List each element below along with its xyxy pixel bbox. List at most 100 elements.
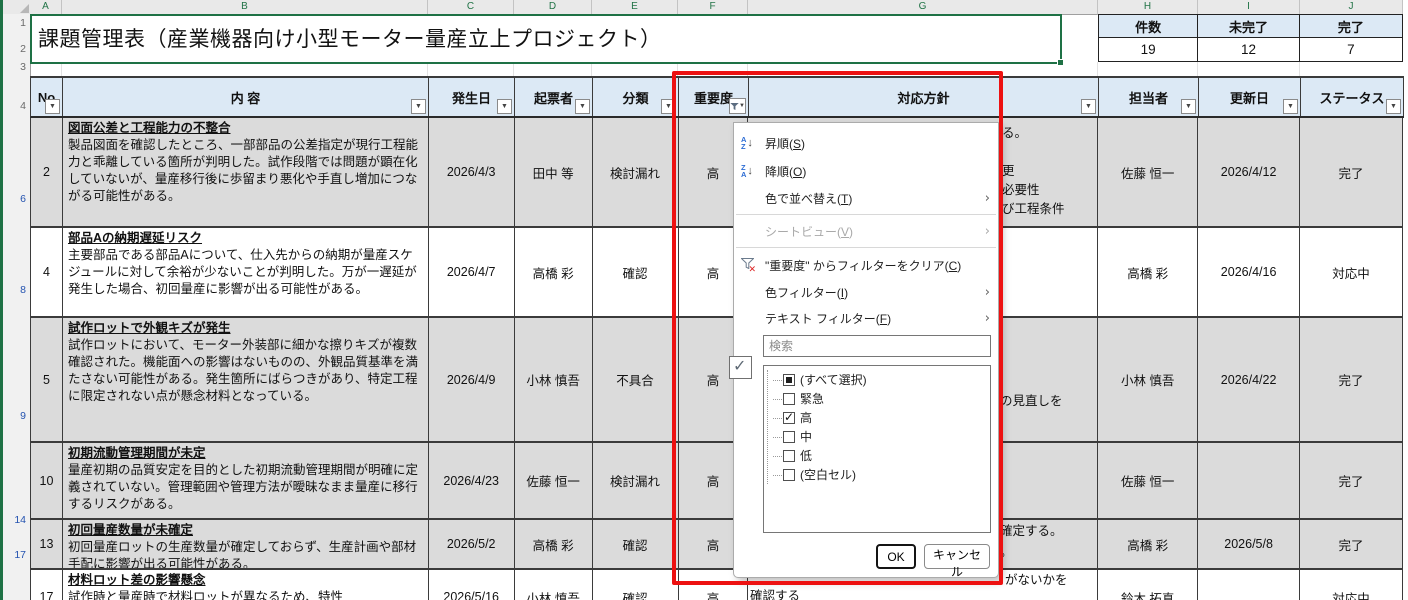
cell-date[interactable]: 2026/4/7 [429, 228, 515, 316]
cell-status[interactable]: 完了 [1300, 443, 1403, 518]
row-number-8[interactable]: 8 [0, 284, 26, 296]
filter-dropdown-button[interactable]: ▼ [1283, 99, 1298, 114]
cell-updated[interactable]: 2026/4/22 [1198, 318, 1300, 441]
column-letter-B[interactable]: B [62, 0, 428, 15]
cell-category[interactable]: 確認 [593, 228, 679, 316]
cell-reporter[interactable]: 高橋 彩 [515, 228, 593, 316]
filter-dropdown-button[interactable]: ▼ [575, 99, 590, 114]
ok-button[interactable]: OK [876, 544, 916, 569]
checkbox-unchecked-icon[interactable] [783, 431, 795, 443]
filter-dropdown-button[interactable]: ▼ [1386, 99, 1401, 114]
cell-category[interactable]: 確認 [593, 520, 679, 568]
filter-dropdown-button[interactable]: ▼ [1181, 99, 1196, 114]
cell-owner[interactable]: 高橋 彩 [1098, 520, 1198, 568]
filter-dropdown-button[interactable]: ▼ [45, 99, 60, 114]
cell-owner[interactable]: 佐藤 恒一 [1098, 443, 1198, 518]
cell-no[interactable]: 17 [31, 570, 63, 600]
row-number-14[interactable]: 14 [0, 514, 26, 526]
cell-status[interactable]: 完了 [1300, 520, 1403, 568]
cell-content[interactable]: 初期流動管理期間が未定量産初期の品質安定を目的とした初期流動管理期間が明確に定義… [63, 443, 429, 518]
header-reporter[interactable]: 起票者▼ [515, 78, 593, 116]
row-number-1[interactable]: 1 [0, 17, 26, 29]
cell-no[interactable]: 13 [31, 520, 63, 568]
cell-owner[interactable]: 小林 慎吾 [1098, 318, 1198, 441]
cell-date[interactable]: 2026/5/2 [429, 520, 515, 568]
header-category[interactable]: 分類▼ [593, 78, 679, 116]
cell-no[interactable]: 2 [31, 118, 63, 226]
column-letter-J[interactable]: J [1300, 0, 1403, 15]
stray-checkbox[interactable] [729, 356, 752, 379]
column-letter-G[interactable]: G [748, 0, 1098, 15]
cell-status[interactable]: 対応中 [1300, 570, 1403, 600]
cell-updated[interactable] [1198, 570, 1300, 600]
filter-dropdown-button[interactable]: ▼ [1081, 99, 1096, 114]
filter-value-高[interactable]: 高 [770, 408, 988, 427]
header-policy[interactable]: 対応方針▼ [749, 78, 1099, 116]
cell-owner[interactable]: 佐藤 恒一 [1098, 118, 1198, 226]
checkbox-indeterminate-icon[interactable] [783, 374, 795, 386]
menu-color-filter[interactable]: 色フィルター(I) › [734, 279, 998, 305]
cell-no[interactable]: 4 [31, 228, 63, 316]
cell-category[interactable]: 検討漏れ [593, 118, 679, 226]
cell-reporter[interactable]: 小林 慎吾 [515, 318, 593, 441]
column-letter-I[interactable]: I [1198, 0, 1300, 15]
row-number-6[interactable]: 6 [0, 193, 26, 205]
cell-reporter[interactable]: 佐藤 恒一 [515, 443, 593, 518]
header-updated[interactable]: 更新日▼ [1199, 78, 1301, 116]
title-cell[interactable]: 課題管理表（産業機器向け小型モーター量産立上プロジェクト） [30, 14, 1060, 62]
cell-reporter[interactable]: 小林 慎吾 [515, 570, 593, 600]
filter-value-(空白セル)[interactable]: (空白セル) [770, 465, 988, 484]
column-letter-A[interactable]: A [30, 0, 62, 15]
row-number-4[interactable]: 4 [0, 100, 26, 112]
cell-content[interactable]: 部品Aの納期遅延リスク主要部品である部品Aについて、仕入先からの納期が量産スケジ… [63, 228, 429, 316]
cell-content[interactable]: 図面公差と工程能力の不整合製品図面を確認したところ、一部部品の公差指定が現行工程… [63, 118, 429, 226]
menu-sort-by-color[interactable]: 色で並べ替え(T) › [734, 185, 998, 211]
filter-search-input[interactable] [763, 335, 991, 357]
filter-dropdown-button[interactable]: ▼ [411, 99, 426, 114]
cell-no[interactable]: 10 [31, 443, 63, 518]
column-letter-E[interactable]: E [592, 0, 678, 15]
cell-no[interactable]: 5 [31, 318, 63, 441]
column-letter-F[interactable]: F [678, 0, 748, 15]
row-number-9[interactable]: 9 [0, 410, 26, 422]
filter-dropdown-button[interactable]: ▼ [497, 99, 512, 114]
cell-date[interactable]: 2026/4/9 [429, 318, 515, 441]
cell-content[interactable]: 材料ロット差の影響懸念試作時と量産時で材料ロットが異なるため、特性 [63, 570, 429, 600]
select-all-corner[interactable] [0, 0, 31, 15]
checkbox-unchecked-icon[interactable] [783, 393, 795, 405]
cell-category[interactable]: 不具合 [593, 318, 679, 441]
checkbox-unchecked-icon[interactable] [783, 450, 795, 462]
cell-category[interactable]: 確認 [593, 570, 679, 600]
filter-value-select-all[interactable]: (すべて選択) [770, 370, 988, 389]
cell-updated[interactable]: 2026/4/16 [1198, 228, 1300, 316]
header-status[interactable]: ステータス▼ [1301, 78, 1404, 116]
cell-owner[interactable]: 高橋 彩 [1098, 228, 1198, 316]
header-owner[interactable]: 担当者▼ [1099, 78, 1199, 116]
cell-reporter[interactable]: 高橋 彩 [515, 520, 593, 568]
checkbox-checked-icon[interactable] [783, 412, 795, 424]
cell-status[interactable]: 完了 [1300, 118, 1403, 226]
filter-value-中[interactable]: 中 [770, 427, 988, 446]
checkbox-unchecked-icon[interactable] [783, 469, 795, 481]
row-number-17[interactable]: 17 [0, 549, 26, 561]
filter-dropdown-button[interactable]: ▼ [661, 99, 676, 114]
menu-sort-descending[interactable]: ZA↓ 降順(O) [734, 157, 998, 185]
cell-content[interactable]: 試作ロットで外観キズが発生試作ロットにおいて、モーター外装部に細かな擦りキズが複… [63, 318, 429, 441]
filter-value-低[interactable]: 低 [770, 446, 988, 465]
header-severity[interactable]: 重要度▼ [679, 78, 749, 116]
menu-text-filter[interactable]: テキスト フィルター(F) › [734, 305, 998, 331]
cell-date[interactable]: 2026/5/16 [429, 570, 515, 600]
header-content[interactable]: 内 容▼ [63, 78, 429, 116]
cell-status[interactable]: 完了 [1300, 318, 1403, 441]
header-no[interactable]: No▼ [31, 78, 63, 116]
filter-value-緊急[interactable]: 緊急 [770, 389, 988, 408]
column-letter-H[interactable]: H [1098, 0, 1198, 15]
menu-clear-filter[interactable]: ✕ "重要度" からフィルターをクリア(C) [734, 251, 998, 279]
header-date[interactable]: 発生日▼ [429, 78, 515, 116]
cell-updated[interactable] [1198, 443, 1300, 518]
cell-updated[interactable]: 2026/4/12 [1198, 118, 1300, 226]
menu-sort-ascending[interactable]: AZ↓ 昇順(S) [734, 129, 998, 157]
row-number-3[interactable]: 3 [0, 61, 26, 73]
cell-category[interactable]: 検討漏れ [593, 443, 679, 518]
cell-content[interactable]: 初回量産数量が未確定初回量産ロットの生産数量が確定しておらず、生産計画や部材手配… [63, 520, 429, 568]
